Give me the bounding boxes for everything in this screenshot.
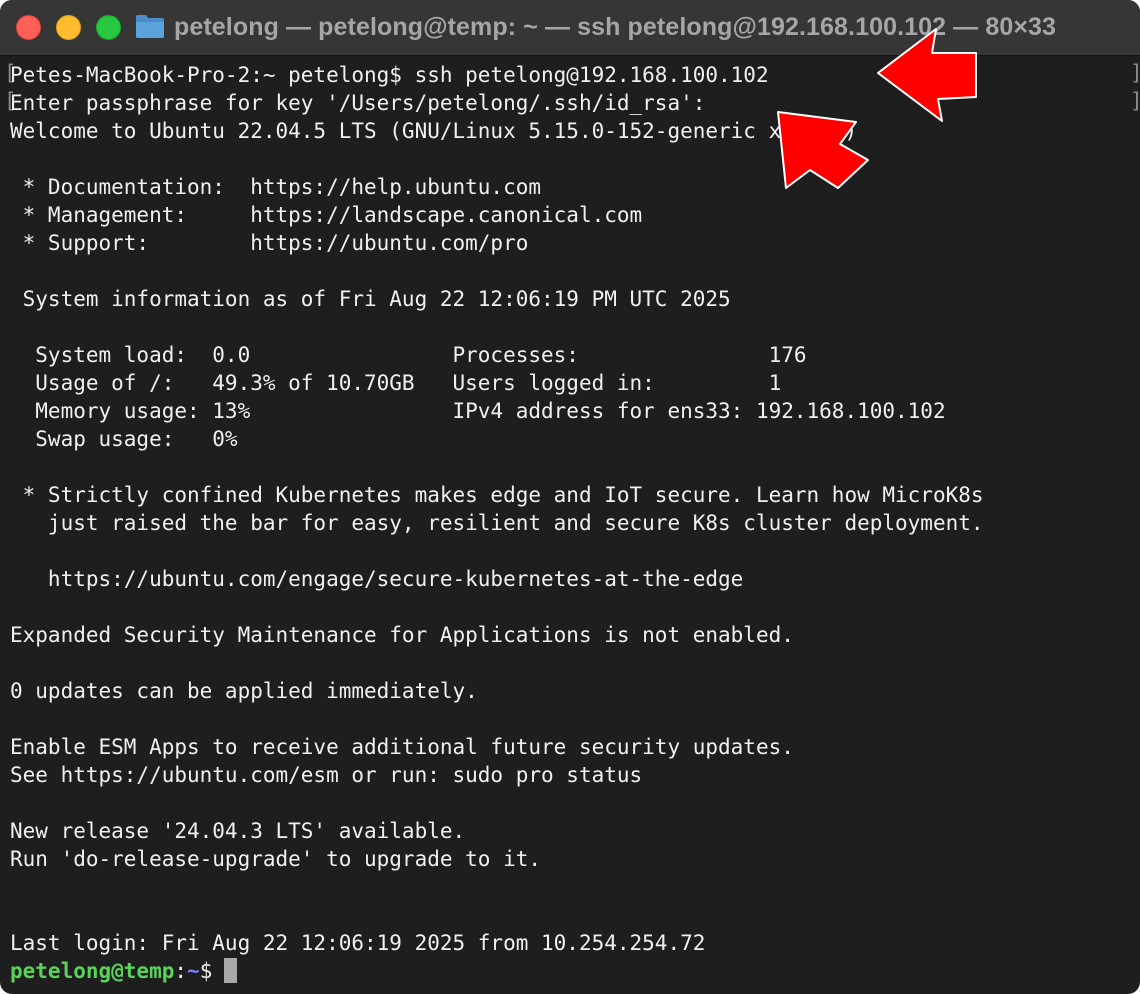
terminal-line: Enter passphrase for key '/Users/petelon… [10, 91, 706, 115]
mark-bracket-right: ] [1130, 59, 1140, 87]
terminal-line: Expanded Security Maintenance for Applic… [10, 623, 794, 647]
mark-bracket-right: ] [1130, 87, 1140, 115]
shell-prompt[interactable]: petelong@temp:~$ [10, 957, 238, 985]
terminal-line: Last login: Fri Aug 22 12:06:19 2025 fro… [10, 931, 706, 955]
terminal-line: * Documentation: https://help.ubuntu.com [10, 175, 542, 199]
terminal-window: petelong — petelong@temp: ~ — ssh petelo… [0, 0, 1140, 994]
terminal-line: just raised the bar for easy, resilient … [10, 511, 984, 535]
terminal-line: New release '24.04.3 LTS' available. [10, 819, 466, 843]
zoom-button[interactable] [96, 15, 121, 40]
prompt-user-host: petelong@temp [10, 959, 175, 983]
terminal-line: * Strictly confined Kubernetes makes edg… [10, 483, 984, 507]
terminal-line: See https://ubuntu.com/esm or run: sudo … [10, 763, 643, 787]
text-cursor [224, 958, 238, 983]
terminal-line: Enable ESM Apps to receive additional fu… [10, 735, 794, 759]
minimize-button[interactable] [56, 15, 81, 40]
close-button[interactable] [16, 15, 41, 40]
terminal-line: Usage of /: 49.3% of 10.70GB Users logge… [10, 371, 782, 395]
prompt-path: ~ [187, 959, 200, 983]
terminal-line: Memory usage: 13% IPv4 address for ens33… [10, 399, 946, 423]
terminal-line: Petes-MacBook-Pro-2:~ petelong$ ssh pete… [10, 63, 769, 87]
folder-icon [136, 15, 164, 38]
terminal-line: System information as of Fri Aug 22 12:0… [10, 287, 731, 311]
terminal-line: https://ubuntu.com/engage/secure-kuberne… [10, 567, 744, 591]
terminal-line: Welcome to Ubuntu 22.04.5 LTS (GNU/Linux… [10, 119, 858, 143]
prompt-separator: : [174, 959, 188, 983]
terminal-line: Run 'do-release-upgrade' to upgrade to i… [10, 847, 542, 871]
annotation-arrow-command [877, 28, 977, 122]
terminal-line: * Management: https://landscape.canonica… [10, 203, 643, 227]
terminal-line: 0 updates can be applied immediately. [10, 679, 478, 703]
prompt-symbol: $ [199, 959, 213, 983]
terminal-output[interactable]: [ [ ] ] Petes-MacBook-Pro-2:~ petelong$ … [4, 61, 1140, 987]
annotation-arrow-passphrase [777, 111, 869, 189]
terminal-line: * Support: https://ubuntu.com/pro [10, 231, 529, 255]
terminal-line: System load: 0.0 Processes: 176 [10, 343, 807, 367]
terminal-line: Swap usage: 0% [10, 427, 238, 451]
